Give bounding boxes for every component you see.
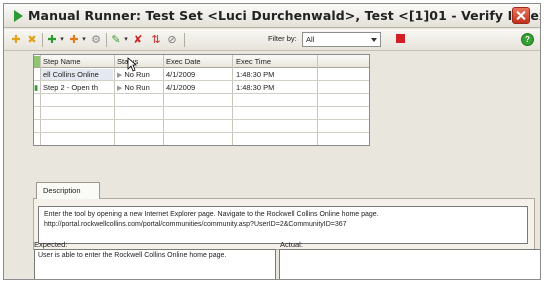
filter-label: Filter by: xyxy=(268,34,297,43)
expected-result-text: User is able to enter the Rockwell Colli… xyxy=(38,252,227,259)
exec-date-cell[interactable]: 4/1/2009 xyxy=(164,82,230,93)
chevron-down-icon[interactable]: ▾ xyxy=(123,33,129,47)
mouse-cursor-icon xyxy=(127,57,137,72)
col-step-name[interactable]: Step Name xyxy=(41,56,109,67)
chevron-down-icon[interactable]: ▾ xyxy=(59,33,65,47)
row-separator xyxy=(34,93,369,94)
add-run-icon[interactable]: ✚ xyxy=(10,33,22,47)
description-url: http://portal.rockwellcollins.com/portal… xyxy=(44,220,347,228)
actual-result-field[interactable] xyxy=(279,249,540,279)
description-line: Enter the tool by opening a new Internet… xyxy=(44,211,379,218)
exec-time-cell[interactable]: 1:48:30 PM xyxy=(234,69,314,80)
fail-step-icon[interactable]: ⚙ xyxy=(90,33,102,47)
status-cell[interactable]: ▶ No Run xyxy=(115,82,162,93)
remove-run-icon[interactable]: ✖ xyxy=(26,33,38,47)
toolbar-separator xyxy=(184,33,185,47)
exec-date-cell[interactable]: 4/1/2009 xyxy=(164,69,230,80)
help-icon[interactable]: ? xyxy=(521,33,534,46)
stop-run-icon[interactable] xyxy=(396,34,405,43)
up-icon[interactable]: ⇅ xyxy=(150,33,162,47)
row-separator xyxy=(34,80,369,81)
pass-step-icon[interactable]: ✚ xyxy=(68,33,80,47)
status-cell[interactable]: ▶ No Run xyxy=(115,69,162,80)
status-value: No Run xyxy=(124,83,150,92)
col-status[interactable]: Status xyxy=(115,56,161,67)
tab-description[interactable]: Description xyxy=(36,182,100,199)
exec-time-cell[interactable]: 1:48:30 PM xyxy=(234,82,314,93)
step-status-icon: ▮ xyxy=(34,83,39,92)
filter-value: All xyxy=(306,35,315,44)
row-separator xyxy=(34,132,369,133)
col-exec-time[interactable]: Exec Time xyxy=(234,56,314,67)
attach-icon[interactable]: ⊘ xyxy=(166,33,178,47)
step-name-cell[interactable]: Step 2 - Open th xyxy=(41,82,113,93)
row-separator xyxy=(34,106,369,107)
col-exec-date[interactable]: Exec Date xyxy=(164,56,230,67)
actual-label: Actual: xyxy=(280,240,303,249)
close-button[interactable] xyxy=(512,7,530,24)
toolbar: ✚ ✖ ✚ ▾ ✚ ▾ ⚙ ✎ ▾ ✘ ⇅ ⊘ Filter by: All ? xyxy=(4,29,540,51)
add-step-icon[interactable]: ✚ xyxy=(46,33,58,47)
description-text[interactable]: Enter the tool by opening a new Internet… xyxy=(38,206,528,244)
chevron-down-icon[interactable]: ▾ xyxy=(81,33,87,47)
toolbar-separator xyxy=(106,33,107,47)
manual-runner-window: Manual Runner: Test Set <Luci Durchenwal… xyxy=(3,3,541,280)
toolbar-separator xyxy=(42,33,43,47)
window-title: Manual Runner: Test Set <Luci Durchenwal… xyxy=(28,8,541,23)
filter-select[interactable]: All xyxy=(302,32,381,47)
title-bar[interactable]: Manual Runner: Test Set <Luci Durchenwal… xyxy=(4,4,540,28)
chevron-down-icon xyxy=(371,38,377,42)
step-name-cell[interactable]: ell Collins Online xyxy=(41,69,113,80)
expected-label: Expected: xyxy=(34,240,68,249)
delete-step-icon[interactable]: ✘ xyxy=(132,33,144,47)
steps-grid: Step Name Status Exec Date Exec Time ell… xyxy=(33,54,370,146)
run-triangle-icon xyxy=(14,10,23,22)
edit-step-icon[interactable]: ✎ xyxy=(110,33,122,47)
expected-result-field[interactable]: User is able to enter the Rockwell Colli… xyxy=(34,249,276,279)
row-separator xyxy=(34,119,369,120)
